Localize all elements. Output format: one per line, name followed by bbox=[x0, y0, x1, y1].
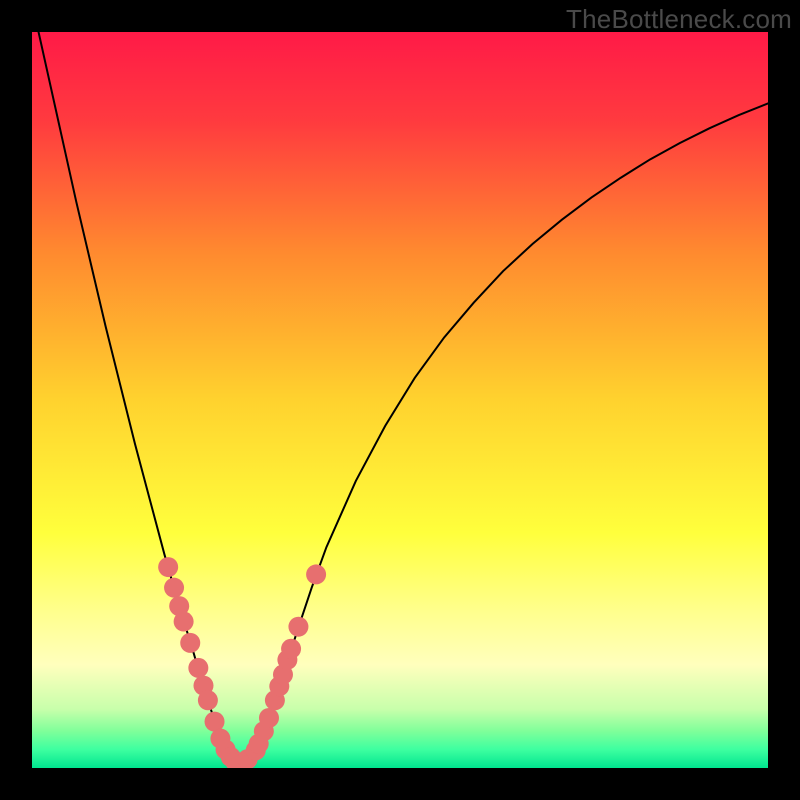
data-point bbox=[164, 578, 184, 598]
data-point bbox=[198, 690, 218, 710]
bottleneck-chart bbox=[0, 0, 800, 800]
data-point bbox=[306, 564, 326, 584]
data-point bbox=[174, 612, 194, 632]
data-point bbox=[288, 617, 308, 637]
data-point bbox=[281, 639, 301, 659]
data-point bbox=[180, 633, 200, 653]
data-point bbox=[188, 658, 208, 678]
chart-frame: TheBottleneck.com bbox=[0, 0, 800, 800]
data-point bbox=[158, 557, 178, 577]
data-point bbox=[259, 708, 279, 728]
watermark-text: TheBottleneck.com bbox=[566, 4, 792, 35]
